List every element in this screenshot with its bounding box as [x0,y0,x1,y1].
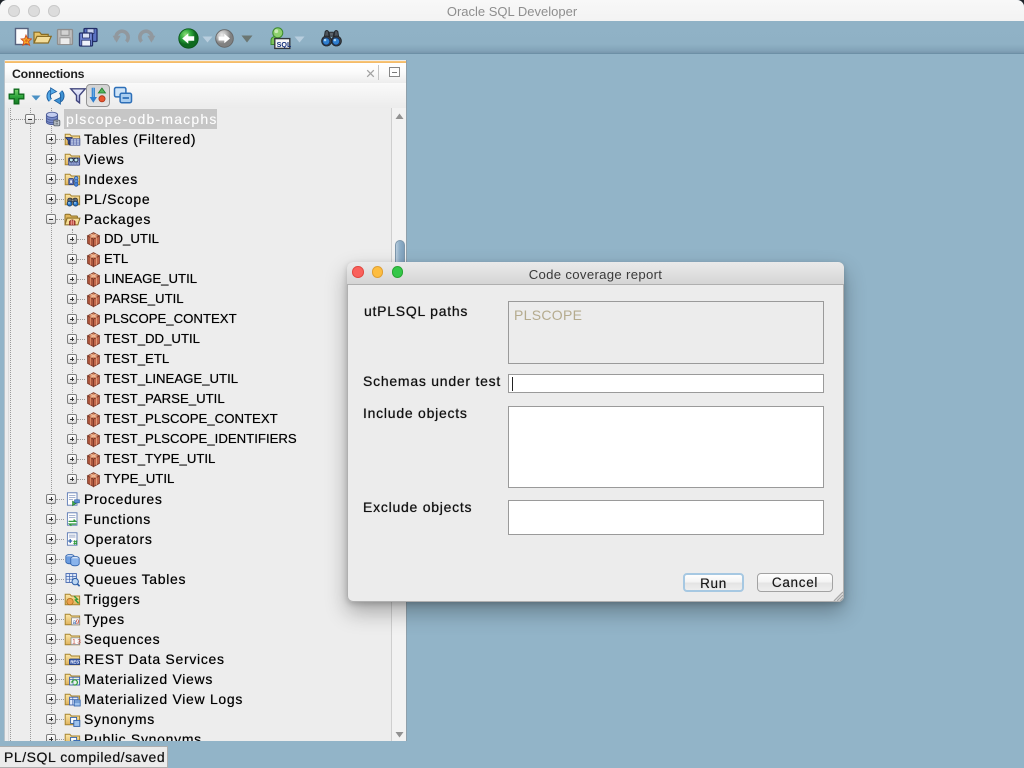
svg-text:SQL: SQL [277,40,291,49]
svg-text:1 3: 1 3 [72,638,81,645]
svg-text:9: 9 [76,618,80,625]
svg-text:REST: REST [70,659,81,664]
